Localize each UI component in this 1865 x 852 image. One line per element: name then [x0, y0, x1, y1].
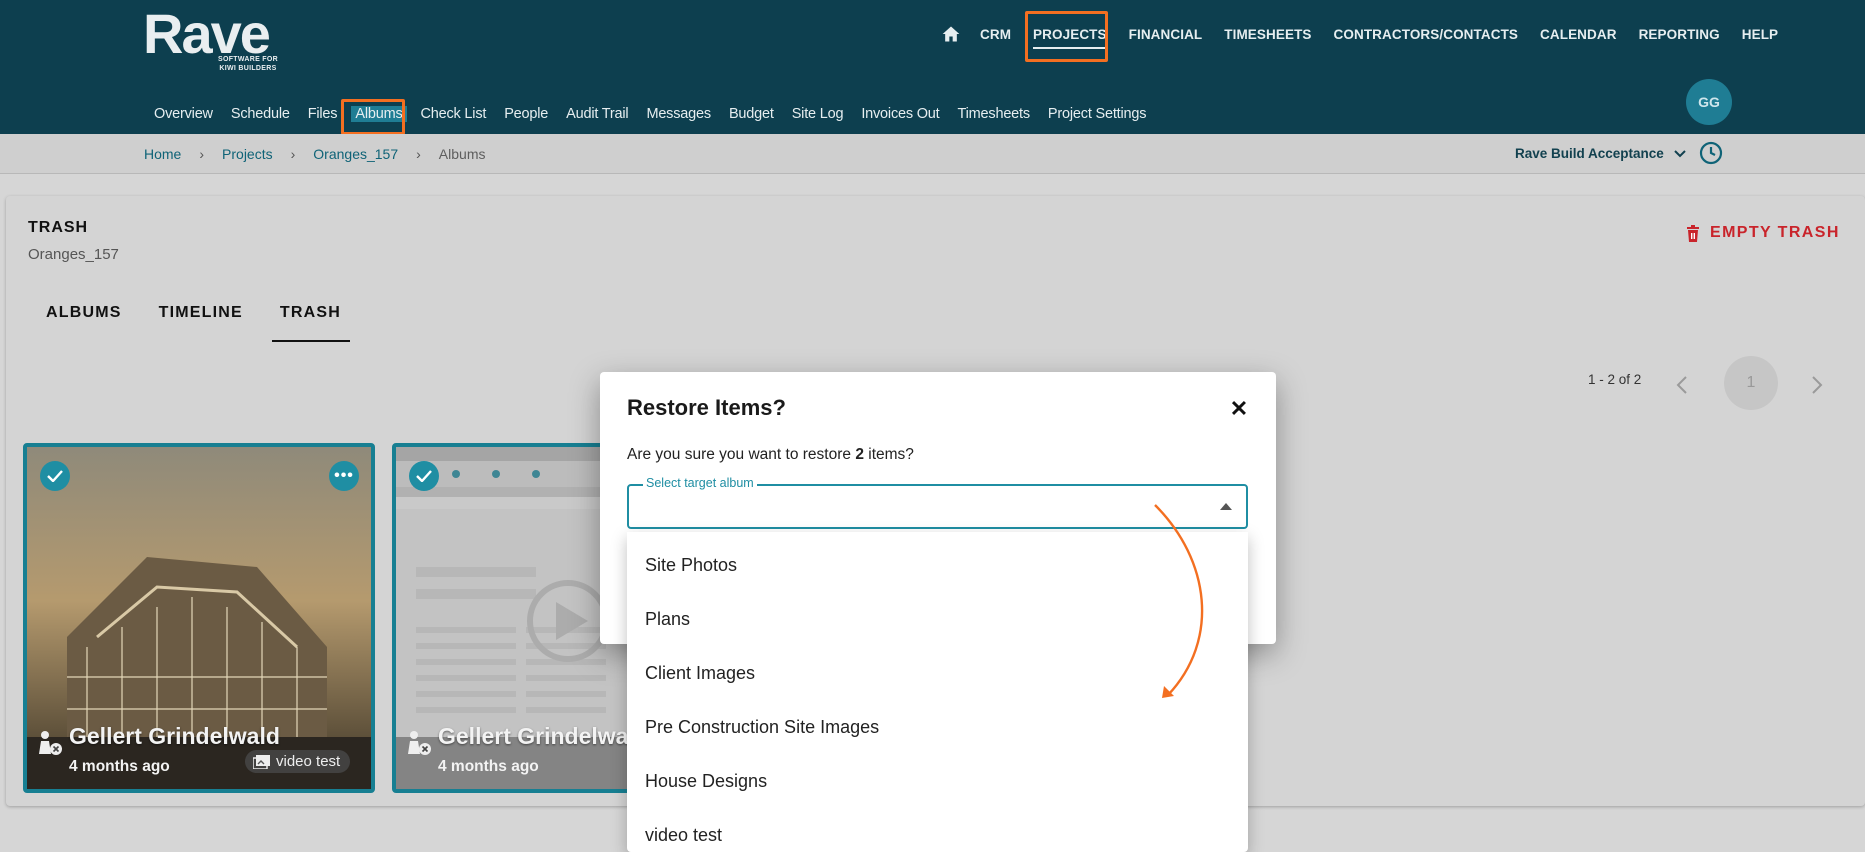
chevron-left-icon[interactable] [1676, 376, 1688, 394]
nav-reporting[interactable]: REPORTING [1639, 27, 1720, 42]
selected-check-icon[interactable] [409, 461, 439, 491]
rave-logo[interactable]: Rave SOFTWARE FOR KIWI BUILDERS [143, 2, 278, 73]
logo-wordmark: Rave [143, 2, 271, 65]
tile-timestamp: 4 months ago [69, 758, 170, 775]
option-site-photos[interactable]: Site Photos [645, 555, 737, 576]
home-icon[interactable] [940, 24, 962, 44]
person-remove-icon [39, 731, 62, 755]
album-chip-label: video test [276, 753, 341, 770]
subnav-people[interactable]: People [504, 106, 548, 122]
empty-trash-button[interactable]: EMPTY TRASH [1686, 224, 1840, 242]
nav-contractors-contacts[interactable]: CONTRACTORS/CONTACTS [1334, 27, 1519, 42]
breadcrumb-bar: Home › Projects › Oranges_157 › Albums R… [0, 134, 1865, 174]
page-subtitle: Oranges_157 [28, 246, 119, 263]
option-video-test[interactable]: video test [645, 825, 722, 846]
nav-timesheets[interactable]: TIMESHEETS [1224, 27, 1311, 42]
nav-projects[interactable]: PROJECTS [1033, 27, 1107, 49]
page-number[interactable]: 1 [1724, 356, 1778, 410]
company-selector[interactable]: Rave Build Acceptance [1515, 146, 1686, 161]
tab-trash[interactable]: TRASH [271, 304, 351, 342]
subnav-overview[interactable]: Overview [154, 106, 213, 122]
album-tabs: ALBUMS TIMELINE TRASH [46, 304, 378, 342]
empty-trash-label: EMPTY TRASH [1710, 224, 1840, 241]
subnav-albums[interactable]: Albums [351, 106, 407, 122]
tile-name: Gellert Grindelwald [69, 723, 280, 749]
pagination-range: 1 - 2 of 2 [1588, 372, 1642, 387]
option-house-designs[interactable]: House Designs [645, 771, 767, 792]
option-plans[interactable]: Plans [645, 609, 690, 630]
tab-timeline[interactable]: TIMELINE [159, 304, 243, 322]
top-header: Rave SOFTWARE FOR KIWI BUILDERS CRM PROJ… [0, 0, 1865, 134]
tile-name: Gellert Grindelwald [438, 723, 649, 749]
trash-icon [1687, 224, 1699, 242]
selected-check-icon[interactable] [40, 461, 70, 491]
restore-count: 2 [855, 446, 864, 463]
logo-tagline: SOFTWARE FOR KIWI BUILDERS [218, 56, 278, 72]
nav-help[interactable]: HELP [1742, 27, 1778, 42]
tab-albums[interactable]: ALBUMS [46, 304, 122, 322]
breadcrumb-home[interactable]: Home [144, 146, 181, 162]
company-name: Rave Build Acceptance [1515, 146, 1664, 161]
chevron-down-icon [1674, 149, 1686, 157]
subnav-audit-trail[interactable]: Audit Trail [566, 106, 628, 122]
select-label: Select target album [643, 476, 757, 490]
nav-calendar[interactable]: CALENDAR [1540, 27, 1617, 42]
tile-timestamp: 4 months ago [438, 758, 539, 775]
subnav-timesheets[interactable]: Timesheets [958, 106, 1031, 122]
project-sub-nav: Overview Schedule Files Albums Check Lis… [154, 106, 1164, 122]
subnav-budget[interactable]: Budget [729, 106, 774, 122]
person-remove-icon [408, 731, 431, 755]
subnav-check-list[interactable]: Check List [421, 106, 487, 122]
breadcrumb-separator: › [416, 146, 421, 162]
breadcrumb: Home › Projects › Oranges_157 › Albums [144, 146, 485, 162]
pagination: 1 - 2 of 2 1 [1588, 356, 1823, 410]
photo-album-icon [253, 754, 270, 769]
option-pre-construction-site-images[interactable]: Pre Construction Site Images [645, 717, 879, 738]
clock-icon[interactable] [1699, 141, 1723, 165]
album-chip: video test [245, 750, 351, 773]
user-avatar[interactable]: GG [1686, 79, 1732, 125]
close-icon[interactable]: ✕ [1228, 398, 1250, 420]
breadcrumb-project[interactable]: Oranges_157 [313, 146, 398, 162]
dialog-title: Restore Items? [627, 395, 786, 420]
subnav-files[interactable]: Files [308, 106, 338, 122]
subnav-messages[interactable]: Messages [646, 106, 711, 122]
option-client-images[interactable]: Client Images [645, 663, 755, 684]
nav-financial[interactable]: FINANCIAL [1129, 27, 1203, 42]
chevron-right-icon[interactable] [1811, 376, 1823, 394]
more-options-icon[interactable]: ••• [329, 461, 359, 491]
subnav-schedule[interactable]: Schedule [231, 106, 290, 122]
breadcrumb-projects[interactable]: Projects [222, 146, 273, 162]
album-tile[interactable]: ••• Gellert Grindelwald 4 months ago vid… [23, 443, 375, 793]
breadcrumb-separator: › [199, 146, 205, 162]
annotation-arrow [1154, 504, 1204, 698]
subnav-project-settings[interactable]: Project Settings [1048, 106, 1147, 122]
breadcrumb-separator: › [290, 146, 296, 162]
nav-crm[interactable]: CRM [980, 27, 1011, 42]
subnav-site-log[interactable]: Site Log [792, 106, 844, 122]
breadcrumb-current: Albums [438, 146, 486, 162]
page-title: TRASH [28, 219, 89, 236]
subnav-invoices-out[interactable]: Invoices Out [861, 106, 939, 122]
main-nav: CRM PROJECTS FINANCIAL TIMESHEETS CONTRA… [940, 24, 1800, 49]
dialog-message: Are you sure you want to restore 2 items… [627, 446, 914, 463]
